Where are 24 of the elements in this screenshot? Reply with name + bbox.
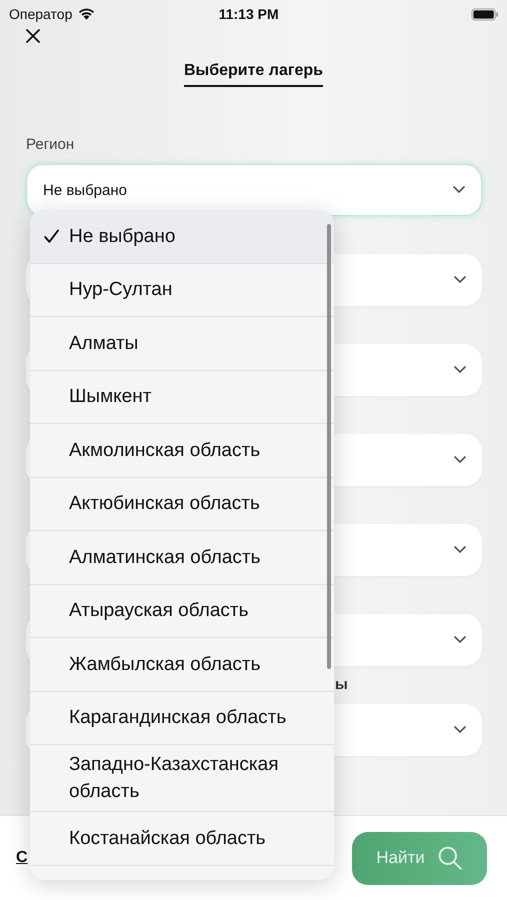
select-field[interactable]: Не выбрано xyxy=(26,164,482,216)
chevron-icon xyxy=(454,546,466,554)
close-icon[interactable] xyxy=(25,28,41,44)
search-icon xyxy=(436,845,463,871)
wifi-icon xyxy=(77,7,96,21)
field-label: ы xyxy=(335,676,348,694)
chevron-icon xyxy=(454,276,466,284)
page-title: Выберите лагерь xyxy=(184,62,324,87)
battery-icon xyxy=(471,8,499,20)
field-label: Регион xyxy=(26,136,74,154)
chevron-icon xyxy=(453,186,465,194)
scrollbar[interactable] xyxy=(327,224,331,669)
chevron-icon xyxy=(454,636,466,644)
chevron-icon xyxy=(454,456,466,464)
chevron-icon xyxy=(454,366,466,374)
status-time: 11:13 PM xyxy=(218,6,280,22)
menu-option[interactable]: Западно-Казахстанская область xyxy=(30,745,334,812)
reset-link[interactable]: С xyxy=(16,849,28,867)
menu-option[interactable]: Карагандинская область xyxy=(30,692,334,745)
chevron-icon xyxy=(454,726,466,734)
checkmark-icon xyxy=(43,228,60,245)
menu-option[interactable]: Костанайская область xyxy=(30,812,334,866)
carrier-name: Оператор xyxy=(9,6,72,22)
menu-option[interactable]: Не выбрано xyxy=(30,210,334,264)
